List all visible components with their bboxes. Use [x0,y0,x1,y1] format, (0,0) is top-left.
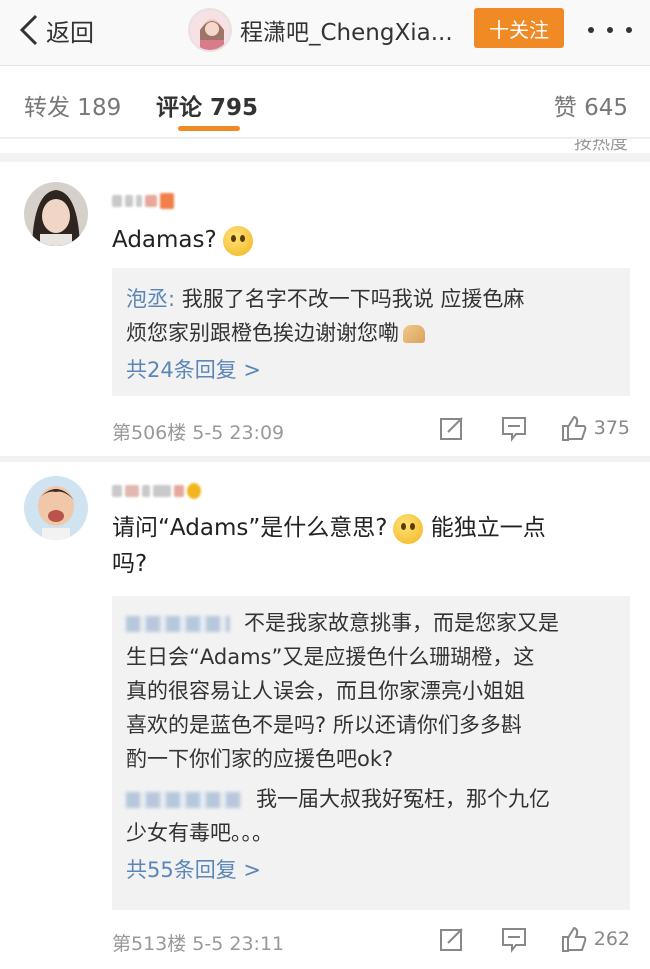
repost-button[interactable] [438,925,466,953]
repost-button[interactable] [438,414,466,442]
reply-text: 我服了名字不改一下吗我说 应援色麻 [175,287,525,311]
comment-text: 请问“Adams”是什么意思? 能独立一点 吗? [112,513,546,577]
like-count: 375 [593,417,630,439]
comment-icon [501,928,526,953]
reply-text: 少女有毒吧。。。 [126,821,273,845]
reply-text: 不是我家故意挑事，而是您家又是 [244,611,559,635]
reply-username[interactable]: 泡丞: [126,287,175,311]
tab-bar: 转发 189 评论 795 赞 645 [0,66,650,138]
pray-emoji-icon [403,325,425,343]
comment-meta: 第506楼 5-5 23:09 [112,422,285,444]
back-button[interactable]: 返回 [18,12,94,48]
comment-actions: 375 [438,414,630,442]
chevron-left-icon [19,14,38,46]
sort-bar: 按热度 [0,139,650,153]
comment-meta: 第513楼 5-5 23:11 [112,933,285,955]
repost-icon [439,417,463,440]
tab-active-indicator [178,126,240,131]
comment-card: Adamas? 泡丞: 我服了名字不改一下吗我说 应援色麻 烦您家别跟橙色挨边谢… [0,162,650,456]
like-button[interactable]: 375 [560,414,630,442]
page-header[interactable]: 程潇吧_ChengXia... [188,8,468,52]
top-nav-bar: 返回 程潇吧_ChengXia... 十关注 [0,0,650,66]
profile-avatar[interactable] [188,8,232,52]
username-blurred[interactable] [112,190,174,212]
reply-text: 我一届大叔我好冤枉，那个九亿 [256,787,550,811]
reply-text: 喜欢的是蓝色不是吗? 所以还请你们多多斟 [126,713,522,737]
repost-icon [439,928,463,951]
username-blurred[interactable] [112,480,201,502]
reply-username-blurred[interactable] [126,792,242,808]
reply-username-blurred[interactable] [126,616,230,632]
reply-preview-box[interactable]: 不是我家故意挑事，而是您家又是 生日会“Adams”又是应援色什么珊瑚橙，这 真… [112,596,630,910]
page-title: 程潇吧_ChengXia... [240,20,453,46]
follow-button[interactable]: 十关注 [474,8,564,48]
thumbs-up-icon [561,926,587,952]
more-dots-icon[interactable] [588,18,632,42]
confused-emoji-icon [393,513,424,544]
reply-preview-box[interactable]: 泡丞: 我服了名字不改一下吗我说 应援色麻 烦您家别跟橙色挨边谢谢您嘞 共24条… [112,268,630,396]
comment-icon [501,417,526,442]
comment-text: Adamas? [112,222,253,258]
view-replies-link[interactable]: 共55条回复 > [126,854,616,884]
avatar[interactable] [24,182,88,246]
reply-button[interactable] [500,414,528,442]
view-replies-link[interactable]: 共24条回复 > [126,354,616,384]
comment-actions: 262 [438,925,630,953]
avatar[interactable] [24,476,88,540]
tab-repost[interactable]: 转发 189 [24,88,121,122]
reply-text: 酌一下你们家的应援色吧ok? [126,747,394,771]
thumbs-up-icon [561,415,587,441]
confused-emoji-icon [222,225,253,256]
like-count: 262 [593,928,630,950]
reply-button[interactable] [500,925,528,953]
reply-text: 真的很容易让人误会，而且你家漂亮小姐姐 [126,679,525,703]
comment-card: 请问“Adams”是什么意思? 能独立一点 吗? 不是我家故意挑事，而是您家又是… [0,462,650,969]
tab-like[interactable]: 赞 645 [554,88,628,122]
like-button[interactable]: 262 [560,925,630,953]
tab-comment[interactable]: 评论 795 [156,88,258,122]
back-label: 返回 [46,18,94,47]
sort-label[interactable]: 按热度 [574,139,628,153]
reply-text: 烦您家别跟橙色挨边谢谢您嘞 [126,321,399,345]
reply-text: 生日会“Adams”又是应援色什么珊瑚橙，这 [126,645,535,669]
